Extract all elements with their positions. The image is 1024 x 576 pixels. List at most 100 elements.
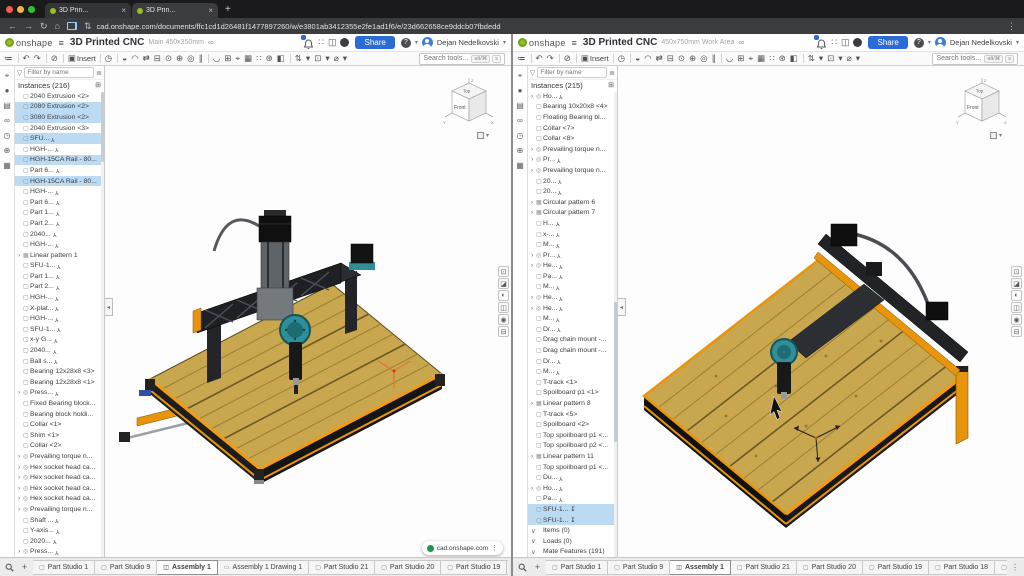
tree-item[interactable]: ▢ SFU-1... Y ↧ [528,515,617,526]
tree-item[interactable]: ▢ Dr... Y ↧ [528,324,617,335]
separator[interactable] [559,54,560,63]
search-tools[interactable]: alt/⌘ s [419,53,505,65]
linked-documents-icon[interactable]: ∞ [4,117,10,125]
tree-scrollbar[interactable] [614,92,617,557]
tree-item[interactable]: ▢ M... Y ↧ [528,313,617,324]
tree-item[interactable]: ▢ Pa... Y ↧ [528,271,617,282]
viewport-3d[interactable]: Top Front Z X Y ▾ ⊡◪◐◫◉⊟ ◂ cad.onshape.c… [105,66,511,557]
learning-center-icon[interactable] [853,38,862,47]
sheet-metal-icon[interactable]: ⊡ [827,54,835,63]
measure-icon[interactable]: ⌀ [334,54,340,63]
tree-item[interactable]: ▢ HGH-15CA Rail - 80... Y ↧ [15,155,104,166]
tree-item[interactable]: ▢ Collar <8> Y ↧ [528,133,617,144]
section-view-icon[interactable]: ◪ [1011,278,1022,289]
document-tab[interactable]: ▢ Part Studio 9 [608,560,670,575]
planar-mate-icon[interactable]: ⊟ [154,54,162,63]
tree-item[interactable]: › ◎ Hex socket head ca... Y ↧ [15,472,104,483]
browser-tab[interactable]: 3D Prin... × [132,3,218,18]
mate-connector-icon[interactable]: ⌖ [748,54,754,63]
separator[interactable] [208,54,209,63]
tree-item[interactable]: ▢ HGH-... Y ↧ [15,144,104,155]
render-mode-icon[interactable]: ◫ [498,302,509,313]
ball-mate-icon[interactable]: ◎ [187,54,195,63]
tree-item[interactable]: ▢ 20... Y ↧ [528,176,617,187]
separator[interactable] [63,54,64,63]
document-tab[interactable]: ▢ Part Studio 9 [95,560,157,575]
ball-mate-icon[interactable]: ◎ [700,54,708,63]
view-modes-icon[interactable]: ⊡ [1011,266,1022,277]
bom-icon[interactable]: ▦ [516,162,524,170]
tree-item[interactable]: ▢ Collar <7> Y ↧ [528,123,617,134]
onshape-logo[interactable]: onshape [5,38,53,48]
window-controls[interactable] [6,0,35,18]
isolate-icon[interactable]: ⊟ [1011,326,1022,337]
mate-connector-panel-icon[interactable]: ⌖ [518,72,523,80]
tree-item[interactable]: ▢ SFU... Y ↧ [15,133,104,144]
search-tools-input[interactable] [936,55,982,62]
tree-item[interactable]: ▢ M... Y ↧ [528,282,617,293]
insert-icon[interactable]: ▣Insert [581,54,609,63]
forward-icon[interactable]: → [24,22,33,31]
separator[interactable] [290,54,291,63]
close-tab-icon[interactable]: × [121,6,126,15]
comments-icon[interactable]: ● [518,87,523,95]
parallel-mate-icon[interactable]: ∥ [712,54,717,63]
tree-item[interactable]: › ◎ Hex socket head ca... Y ↧ [15,462,104,473]
search-tools-input[interactable] [423,55,469,62]
tree-item[interactable]: ▢ Part 6... Y ↧ [15,197,104,208]
mate-list-icon[interactable]: ≔ [517,54,527,63]
filter-icon[interactable]: ▽ [530,69,535,77]
document-tab[interactable]: ◫ Assembly 1 [670,560,731,575]
tree-item[interactable]: ▢ Shim <1> Y ↧ [15,430,104,441]
share-button[interactable]: Share [355,36,394,49]
tree-item[interactable]: ▢ Drag chain mount -... Y ↧ [528,335,617,346]
cylindrical-mate-icon[interactable]: ⊙ [678,54,686,63]
group-icon[interactable]: ⊞ [737,54,745,63]
chevron-icon[interactable]: ∨ [531,548,536,556]
separator[interactable] [46,54,47,63]
insert-pane-icon[interactable]: ⊞ [608,82,614,89]
tree-item[interactable]: ▢ x-y G... Y ↧ [15,335,104,346]
tree-item[interactable]: ▢ HGH-... Y ↧ [15,292,104,303]
tree-item[interactable]: › ◎ Ho... Y ↧ [528,91,617,102]
filter-input[interactable] [537,67,607,78]
tree-item[interactable]: ▢ HGH-... Y ↧ [15,186,104,197]
tree-item[interactable]: ▢ 2080 Extrusion <2> Y ↧ [15,102,104,113]
tree-item[interactable]: ▢ Part 2... Y ↧ [15,218,104,229]
tree-item[interactable]: ▢ X-plat... Y ↧ [15,303,104,314]
tab-groups-icon[interactable] [67,22,77,30]
tree-item[interactable]: ▢ HGH-15CA Rail - 80... Y ↧ [15,176,104,187]
measure-icon[interactable]: ⌀ [847,54,853,63]
help-caret-icon[interactable]: ▾ [928,39,931,46]
linked-documents-icon[interactable]: ∞ [517,117,523,125]
tree-item[interactable]: › ◎ He... Y ↧ [528,261,617,272]
close-tab-icon[interactable]: × [208,6,213,15]
separator[interactable] [803,54,804,63]
replicate-icon[interactable]: ▦ [244,54,253,63]
dropdown-caret-icon[interactable]: ▾ [325,54,330,63]
dropdown-caret-icon[interactable]: ▾ [306,54,311,63]
tree-item[interactable]: ▢ Du... Y ↧ [528,472,617,483]
document-tab[interactable]: ▢ Part Studio 1 [33,560,95,575]
tree-item[interactable]: ▢ Fixed Bearing block... Y ↧ [15,398,104,409]
group-icon[interactable]: ⊞ [224,54,232,63]
minimize-window-icon[interactable] [17,6,24,13]
revert-icon[interactable]: ◷ [618,54,626,63]
tree-item[interactable]: › ◎ Hex socket head ca... Y ↧ [15,483,104,494]
document-tab[interactable]: ▢ Part Studio 1 [546,560,608,575]
tree-item[interactable]: › ◎ Prevailing torque n... Y ↧ [528,144,617,155]
help-icon[interactable]: ? [914,38,924,48]
tree-item[interactable]: ▢ M... Y ↧ [528,239,617,250]
tree-item[interactable]: › ◎ He... Y ↧ [528,292,617,303]
add-tab-icon[interactable]: + [18,561,31,574]
new-tab-button[interactable]: + [225,4,231,15]
notifications-bell-icon[interactable] [303,37,314,48]
tree-item[interactable]: ▢ Top spoilboard p1 <... Y ↧ [528,430,617,441]
apps-grid-icon[interactable]: ∷ [831,38,837,47]
tree-item[interactable]: ∨ Items (0) Y ↧ [528,525,617,536]
tangent-mate-icon[interactable]: ◡ [726,54,734,63]
tree-item[interactable]: ▢ Collar <2> Y ↧ [15,441,104,452]
list-options-icon[interactable]: ≣ [609,69,615,77]
browser-menu-icon[interactable]: ⋮ [1007,22,1016,31]
insert-icon[interactable]: ▣Insert [68,54,96,63]
